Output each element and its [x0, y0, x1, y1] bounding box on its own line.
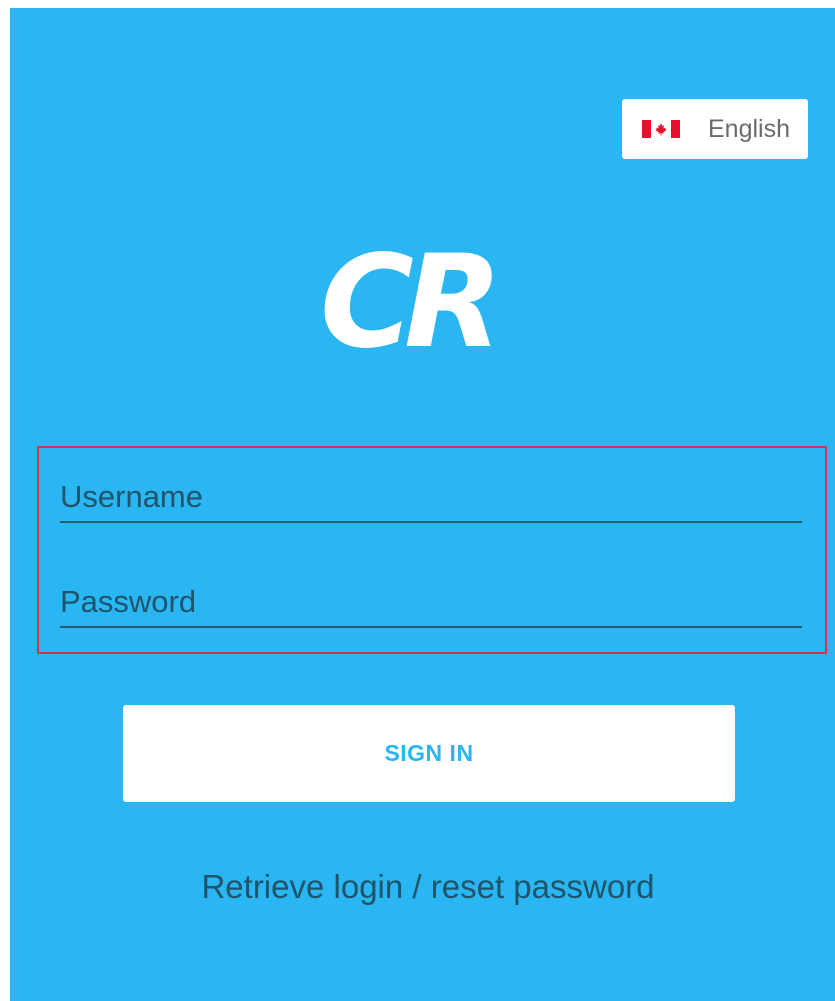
language-selector-button[interactable]: English — [622, 99, 808, 159]
canada-flag-icon — [642, 120, 680, 138]
retrieve-login-link[interactable]: Retrieve login / reset password — [10, 868, 835, 906]
sign-in-label: SIGN IN — [384, 740, 474, 766]
login-screen: English CR Username Password SIGN IN Ret… — [10, 8, 835, 1001]
app-logo: CR — [320, 228, 503, 377]
username-placeholder: Username — [60, 479, 203, 514]
username-field[interactable]: Username — [60, 473, 802, 523]
language-label: English — [708, 114, 790, 143]
sign-in-button[interactable]: SIGN IN — [123, 705, 735, 802]
login-form-highlight: Username Password — [37, 446, 827, 654]
password-field[interactable]: Password — [60, 578, 802, 628]
password-placeholder: Password — [60, 584, 197, 619]
